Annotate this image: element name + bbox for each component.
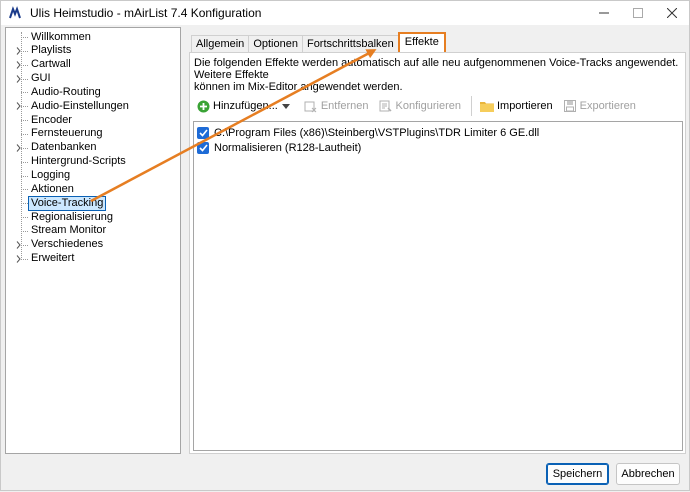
minimize-button[interactable]	[587, 1, 621, 25]
save-disk-icon	[563, 99, 577, 113]
tree-connector	[21, 230, 28, 232]
effect-label: Normalisieren (R128-Lautheit)	[214, 141, 362, 154]
tab-optionen[interactable]: Optionen	[248, 35, 303, 53]
tab-allgemein[interactable]: Allgemein	[191, 35, 250, 53]
tree-connector	[21, 133, 28, 135]
title-bar: Ulis Heimstudio - mAirList 7.4 Konfigura…	[1, 1, 689, 25]
tree-connector	[21, 258, 28, 260]
tree-item[interactable]: Voice-Tracking	[6, 195, 180, 211]
effect-checkbox[interactable]	[197, 126, 209, 139]
tab-effekte[interactable]: Effekte	[397, 32, 446, 52]
tree-item[interactable]: Audio-Einstellungen	[6, 99, 180, 113]
tree-item[interactable]: Verschiedenes	[6, 238, 180, 252]
effect-row[interactable]: C:\Program Files (x86)\Steinberg\VSTPlug…	[197, 125, 539, 140]
tree-connector	[21, 50, 28, 52]
tree-item-label: Verschiedenes	[31, 238, 104, 251]
tree-item-label: Playlists	[31, 44, 72, 57]
tree-connector	[21, 37, 28, 38]
app-icon	[7, 5, 23, 21]
tree-item[interactable]: Stream Monitor	[6, 224, 180, 238]
tab-fortschrittsbalken[interactable]: Fortschrittsbalken	[301, 35, 399, 53]
description-line-1: Die folgenden Effekte werden automatisch…	[194, 57, 679, 81]
settings-tree[interactable]: Willkommen Playlists Cartwall GUI Audio-Rout…	[5, 27, 181, 454]
tree-item-label: Logging	[31, 169, 71, 181]
cancel-button[interactable]: Abbrechen	[616, 463, 680, 485]
tree-connector	[21, 161, 28, 163]
effects-toolbar: Hinzufügen... Entfernen Konfigurieren Im…	[196, 96, 646, 116]
tree-item-label: Stream Monitor	[31, 224, 107, 237]
tree-connector	[21, 203, 28, 205]
tree-item[interactable]: Regionalisierung	[6, 210, 180, 224]
tree-item-label: Audio-Routing	[31, 85, 101, 98]
tree-item[interactable]: Encoder	[6, 113, 180, 127]
window-title: Ulis Heimstudio - mAirList 7.4 Konfigura…	[30, 6, 262, 20]
config-window: Ulis Heimstudio - mAirList 7.4 Konfigura…	[0, 0, 690, 491]
tree-item-label: Aktionen	[31, 182, 74, 195]
tree-item[interactable]: Aktionen	[6, 182, 180, 196]
import-label: Importieren	[496, 100, 553, 112]
remove-icon	[304, 99, 318, 113]
tree-item[interactable]: Audio-Routing	[6, 85, 180, 99]
tree-item-label: Willkommen	[31, 30, 91, 43]
tree-item-label: Audio-Einstellungen	[31, 99, 129, 112]
export-label: Exportieren	[579, 100, 636, 112]
remove-effect-label: Entfernen	[320, 100, 369, 112]
tree-item[interactable]: Playlists	[6, 44, 180, 58]
tab-strip: Allgemein Optionen Fortschrittsbalken Ef…	[191, 32, 446, 53]
tree-item-label: Encoder	[31, 113, 72, 126]
tree-item[interactable]: Fernsteuerung	[6, 127, 180, 141]
effect-row[interactable]: Normalisieren (R128-Lautheit)	[197, 140, 361, 155]
description-line-2: können im Mix-Editor angewendet werden.	[194, 81, 403, 93]
configure-effect-button[interactable]: Konfigurieren	[379, 97, 461, 115]
tree-connector	[21, 106, 28, 108]
effect-checkbox[interactable]	[197, 141, 209, 154]
tree-connector	[21, 189, 28, 191]
tree-item[interactable]: GUI	[6, 72, 180, 86]
tree-item-label: Fernsteuerung	[31, 127, 103, 140]
tree-item-label: Datenbanken	[31, 141, 97, 154]
folder-icon	[479, 99, 494, 113]
configure-icon	[379, 99, 393, 113]
add-effect-button[interactable]: Hinzufügen...	[196, 97, 294, 115]
add-effect-label: Hinzufügen...	[213, 100, 278, 112]
plus-circle-icon	[196, 99, 210, 113]
tree-item-label: Regionalisierung	[31, 210, 113, 223]
maximize-button[interactable]	[621, 1, 655, 25]
tree-item[interactable]: Cartwall	[6, 58, 180, 72]
tree-connector	[21, 217, 28, 219]
export-button[interactable]: Exportieren	[563, 97, 636, 115]
effect-label: C:\Program Files (x86)\Steinberg\VSTPlug…	[214, 126, 540, 139]
tree-connector	[21, 120, 28, 122]
tree-connector	[21, 92, 28, 94]
tree-connector	[21, 244, 28, 246]
tree-item-label: Erweitert	[31, 252, 75, 265]
configure-effect-label: Konfigurieren	[395, 100, 461, 112]
effects-panel: Die folgenden Effekte werden automatisch…	[189, 52, 686, 454]
import-button[interactable]: Importieren	[479, 97, 553, 115]
toolbar-separator	[470, 96, 472, 116]
tree-item[interactable]: Hintergrund-Scripts	[6, 155, 180, 169]
tree-connector	[21, 175, 28, 177]
tree-item-label: Cartwall	[31, 58, 71, 71]
tree-connector	[21, 78, 28, 80]
tree-item[interactable]: Willkommen	[6, 30, 180, 44]
close-button[interactable]	[655, 1, 689, 25]
remove-effect-button[interactable]: Entfernen	[304, 97, 369, 115]
effects-list[interactable]: C:\Program Files (x86)\Steinberg\VSTPlug…	[193, 121, 683, 451]
tree-item-label: GUI	[31, 72, 51, 85]
tree-item-label: Hintergrund-Scripts	[31, 155, 126, 168]
tree-connector	[21, 64, 28, 66]
effects-description: Die folgenden Effekte werden automatisch…	[194, 57, 682, 93]
tree-item[interactable]: Erweitert	[6, 252, 180, 266]
tree-connector	[21, 147, 28, 149]
tree-item-label: Voice-Tracking	[28, 195, 107, 211]
dropdown-arrow-icon[interactable]	[281, 100, 290, 112]
save-button[interactable]: Speichern	[546, 463, 609, 485]
tree-item[interactable]: Logging	[6, 169, 180, 183]
tree-item[interactable]: Datenbanken	[6, 141, 180, 155]
